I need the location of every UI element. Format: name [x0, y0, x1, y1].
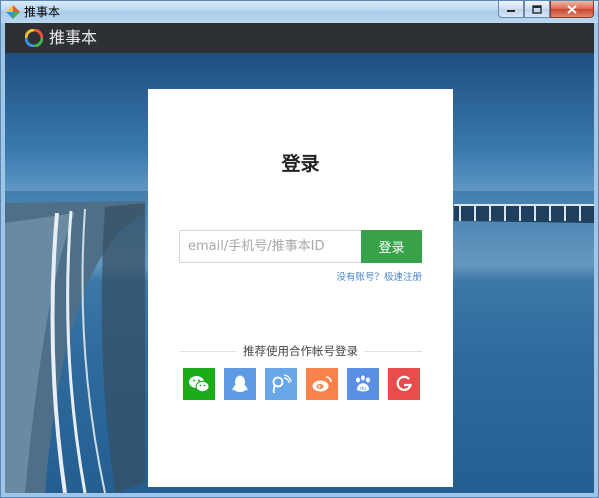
title-bar[interactable]: 推事本 [1, 1, 598, 23]
close-button[interactable] [550, 1, 594, 18]
maximize-icon [532, 4, 542, 14]
sina-weibo-login-button[interactable] [306, 368, 338, 400]
baidu-login-button[interactable]: du [347, 368, 379, 400]
login-card: 登录 登录 没有账号？极速注册 推荐使用合作帐号登录 [148, 89, 453, 487]
baidu-paw-icon: du [356, 375, 370, 392]
divider-line-right [364, 351, 422, 352]
sina-weibo-icon [312, 376, 332, 392]
qq-login-button[interactable] [224, 368, 256, 400]
login-button[interactable]: 登录 [361, 230, 422, 263]
minimize-icon [507, 10, 515, 12]
google-g-icon [396, 375, 412, 391]
google-login-button[interactable] [388, 368, 420, 400]
window-controls [498, 1, 594, 19]
login-background: 登录 登录 没有账号？极速注册 推荐使用合作帐号登录 [5, 53, 594, 493]
wechat-icon [189, 376, 210, 393]
close-icon [567, 4, 577, 14]
qq-penguin-icon [232, 375, 248, 392]
app-header: 推事本 [5, 23, 594, 53]
window-title: 推事本 [24, 5, 61, 19]
login-heading: 登录 [281, 153, 320, 175]
svg-text:du: du [360, 386, 366, 392]
tencent-weibo-login-button[interactable] [265, 368, 297, 400]
ring-logo-icon [25, 29, 43, 47]
app-brand: 推事本 [49, 28, 98, 47]
social-login-buttons: du [183, 368, 423, 400]
register-link[interactable]: 没有账号？极速注册 [336, 269, 422, 283]
minimize-button[interactable] [498, 1, 524, 18]
app-icon [6, 5, 20, 19]
maximize-button[interactable] [524, 1, 550, 18]
social-divider: 推荐使用合作帐号登录 [179, 343, 422, 359]
tencent-weibo-icon [272, 374, 292, 394]
account-input[interactable] [179, 230, 361, 263]
wechat-login-button[interactable] [183, 368, 215, 400]
app-window: 推事本 推事本 登录 email/手机号/推事本ID 登录 没有账号？极速注册 … [0, 0, 599, 498]
